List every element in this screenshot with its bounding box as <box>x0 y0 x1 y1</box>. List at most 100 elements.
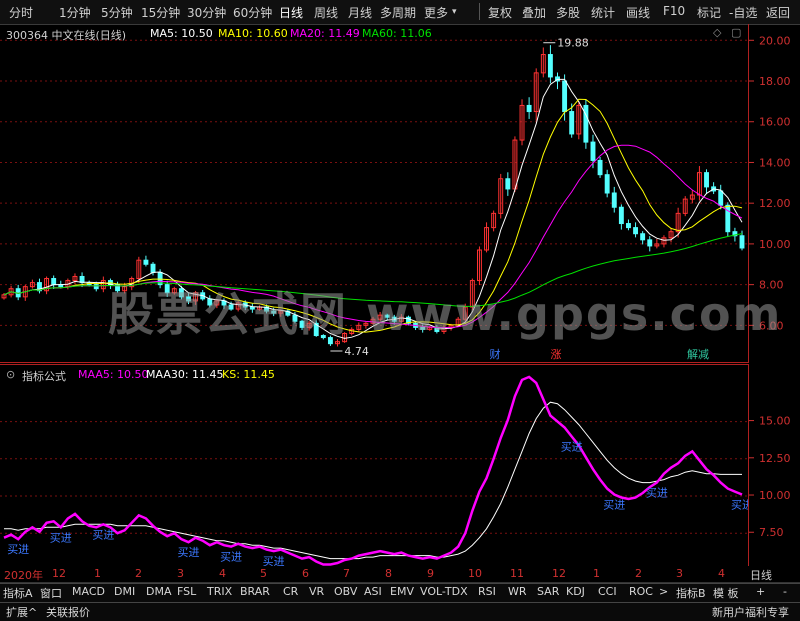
month-tick-label: 1 <box>94 567 101 580</box>
indicator-tab[interactable]: > <box>659 585 668 598</box>
indicator-tab[interactable]: 指标A <box>3 585 33 601</box>
more-dropdown-icon[interactable]: ▾ <box>452 7 457 17</box>
candlestick <box>506 179 510 189</box>
f10-button[interactable]: F10 <box>663 4 685 18</box>
candlestick <box>705 173 709 187</box>
date-axis: 2020年 日线 121234567891011121234 <box>0 566 800 583</box>
period-15min[interactable]: 15分钟 <box>141 4 180 21</box>
candlestick <box>641 234 645 240</box>
indicator-tab[interactable]: DMI <box>114 585 135 598</box>
indicator-tab[interactable]: - <box>783 585 787 598</box>
month-tick-label: 9 <box>427 567 434 580</box>
period-fenshi[interactable]: 分时 <box>9 4 33 21</box>
indicator-tab[interactable]: 窗口 <box>40 585 62 601</box>
candlestick <box>591 142 595 160</box>
buy-signal-label: 买进 <box>731 499 748 512</box>
indicator-tab[interactable]: DMA <box>146 585 172 598</box>
buy-signal-label: 买进 <box>50 531 72 544</box>
indicator-tab[interactable]: + <box>756 585 765 598</box>
candlestick <box>605 175 609 193</box>
period-daily[interactable]: 日线 <box>279 4 303 21</box>
month-tick-label: 6 <box>302 567 309 580</box>
indicator-tab[interactable]: OBV <box>334 585 357 598</box>
candlestick <box>151 264 155 272</box>
period-30min[interactable]: 30分钟 <box>187 4 226 21</box>
period-toolbar: 分时 1分钟 5分钟 15分钟 30分钟 60分钟 日线 周线 月线 多周期 更… <box>0 0 800 25</box>
indicator-tab[interactable]: ASI <box>364 585 382 598</box>
buy-signal-label: 买进 <box>7 543 29 556</box>
indicator-tab[interactable]: EMV <box>390 585 414 598</box>
buy-signal-label: 买进 <box>220 551 242 564</box>
candlestick <box>634 228 638 234</box>
indicator-chart-canvas: 买进买进买进买进买进买进买进买进买进买进买进 <box>0 365 748 566</box>
candlestick <box>726 205 730 231</box>
month-tick-label: 2 <box>635 567 642 580</box>
high-marker-label: 19.88 <box>557 37 589 50</box>
price-y-tick-label: 16.00 <box>759 116 791 129</box>
period-multi[interactable]: 多周期 <box>380 4 416 21</box>
period-5min[interactable]: 5分钟 <box>101 4 133 21</box>
period-60min[interactable]: 60分钟 <box>233 4 272 21</box>
indicator-tab[interactable]: BRAR <box>240 585 270 598</box>
indicator-y-tick-label: 15.00 <box>759 415 791 428</box>
month-tick-label: 5 <box>260 567 267 580</box>
draw-line-button[interactable]: 画线 <box>626 4 650 21</box>
indicator-chart-panel[interactable]: 买进买进买进买进买进买进买进买进买进买进买进 <box>0 364 749 567</box>
back-button[interactable]: 返回 <box>766 4 790 21</box>
buy-signal-label: 买进 <box>646 487 668 500</box>
indicator-tab[interactable]: VOL-TDX <box>420 585 468 598</box>
mark-button[interactable]: 标记 <box>697 4 721 21</box>
indicator-tab[interactable]: CR <box>283 585 298 598</box>
price-y-tick-label: 10.00 <box>759 238 791 251</box>
expand-button[interactable]: 扩展^ <box>6 604 37 620</box>
month-tick-label: 4 <box>718 567 725 580</box>
date-axis-year: 2020年 <box>4 567 43 583</box>
candlestick <box>548 55 552 77</box>
period-monthly[interactable]: 月线 <box>348 4 372 21</box>
period-more[interactable]: 更多 <box>424 4 448 21</box>
multi-stock-button[interactable]: 多股 <box>556 4 580 21</box>
remove-watchlist-button[interactable]: -自选 <box>729 4 757 21</box>
indicator-tab[interactable]: ROC <box>629 585 653 598</box>
month-tick-label: 4 <box>219 567 226 580</box>
candlestick <box>52 279 56 285</box>
low-marker-label: 4.74 <box>344 345 369 358</box>
buy-signal-label: 买进 <box>92 528 114 541</box>
indicator-tab[interactable]: RSI <box>478 585 496 598</box>
month-tick-label: 10 <box>468 567 482 580</box>
indicator-tab[interactable]: TRIX <box>207 585 232 598</box>
candlestick <box>740 236 744 248</box>
candlestick <box>94 285 98 289</box>
indicator-tab[interactable]: KDJ <box>566 585 585 598</box>
price-y-tick-label: 18.00 <box>759 75 791 88</box>
price-y-tick-label: 20.00 <box>759 34 791 47</box>
candlestick <box>144 260 148 264</box>
new-user-promo-link[interactable]: 新用户福利专享 <box>712 604 789 620</box>
period-1min[interactable]: 1分钟 <box>59 4 91 21</box>
indicator-tab[interactable]: 模 板 <box>713 585 739 601</box>
indicator-tab[interactable]: WR <box>508 585 527 598</box>
maa5-line <box>4 377 742 565</box>
price-y-tick-label: 12.00 <box>759 197 791 210</box>
candlestick <box>648 240 652 246</box>
indicator-tab[interactable]: 指标B <box>676 585 706 601</box>
status-bar: 扩展^ 关联报价 新用户福利专享 <box>0 602 800 621</box>
overlay-button[interactable]: 叠加 <box>522 4 546 21</box>
candlestick <box>563 81 567 112</box>
indicator-tab[interactable]: VR <box>309 585 324 598</box>
month-tick-label: 7 <box>343 567 350 580</box>
candlestick <box>598 160 602 174</box>
fuquan-button[interactable]: 复权 <box>488 4 512 21</box>
indicator-y-axis: 7.5010.0012.5015.00 <box>749 364 800 565</box>
statistics-button[interactable]: 统计 <box>591 4 615 21</box>
indicator-tab[interactable]: FSL <box>177 585 196 598</box>
related-quote-button[interactable]: 关联报价 <box>46 604 90 620</box>
indicator-tab[interactable]: CCI <box>598 585 617 598</box>
month-tick-label: 3 <box>177 567 184 580</box>
indicator-tab[interactable]: SAR <box>537 585 559 598</box>
watermark: 股票公式网 www.gpgs.com <box>108 278 782 344</box>
period-weekly[interactable]: 周线 <box>314 4 338 21</box>
buy-signal-label: 买进 <box>178 546 200 559</box>
indicator-tab[interactable]: MACD <box>72 585 105 598</box>
candlestick <box>619 207 623 223</box>
